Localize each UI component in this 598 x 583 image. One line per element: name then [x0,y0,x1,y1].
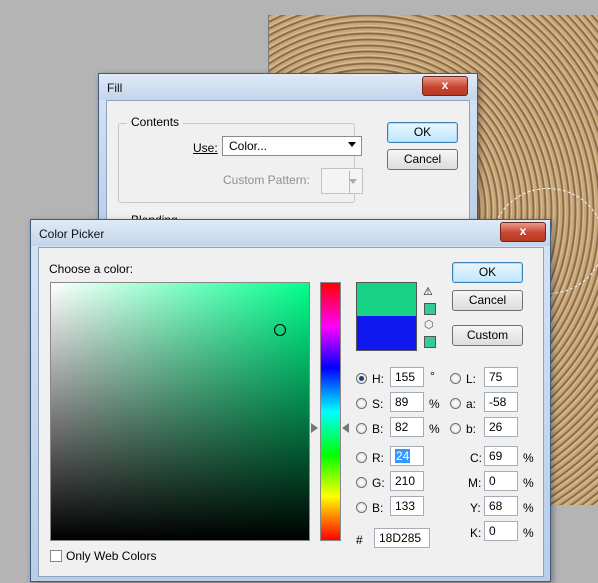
color-picker-client-area: Choose a color: ⚠ ⬡ OK Cancel Custom H: … [38,247,544,577]
fill-ok-button[interactable]: OK [387,122,458,143]
lab-b-input[interactable]: 26 [484,417,518,437]
cyan-label: C: [470,451,482,465]
saturation-unit: % [429,397,440,411]
black-input[interactable]: 0 [484,521,518,541]
hue-slider-left-handle[interactable] [311,423,318,433]
magenta-unit: % [523,476,534,490]
cyan-unit: % [523,451,534,465]
hue-label: H: [372,372,384,386]
red-input[interactable]: 24 [390,446,424,466]
fill-titlebar[interactable]: Fill x [99,74,477,100]
only-web-colors-checkbox[interactable] [50,550,62,562]
green-input[interactable]: 210 [390,471,424,491]
lab-a-label: a: [466,397,477,411]
cyan-input[interactable]: 69 [484,446,518,466]
radio-lightness[interactable] [450,373,461,384]
lab-l-input[interactable]: 75 [484,367,518,387]
use-label: Use: [193,141,218,155]
magenta-label: M: [468,476,482,490]
out-of-gamut-warning-icon[interactable]: ⚠ [423,285,433,298]
custom-pattern-picker[interactable] [321,168,363,194]
brightness-input[interactable]: 82 [390,417,424,437]
color-field-cursor[interactable] [274,324,286,336]
red-label: R: [372,451,384,465]
yellow-unit: % [523,501,534,515]
hue-slider[interactable] [320,282,341,541]
brightness-label: B: [372,422,384,436]
lab-b-label: b: [466,422,477,436]
color-picker-title: Color Picker [39,227,105,241]
radio-green[interactable] [356,477,367,488]
chevron-down-icon [349,179,357,184]
radio-lab-a[interactable] [450,398,461,409]
magenta-input[interactable]: 0 [484,471,518,491]
chevron-down-icon [348,142,356,147]
radio-lab-b[interactable] [450,423,461,434]
radio-saturation[interactable] [356,398,367,409]
saturation-label: S: [372,397,384,411]
lab-l-label: L: [466,372,477,386]
fill-dialog: Fill x Contents Use: Color... Custom Pat… [98,73,478,236]
contents-group [118,123,355,203]
web-safe-swatch[interactable] [424,336,436,348]
color-picker-titlebar[interactable]: Color Picker x [31,220,550,246]
yellow-input[interactable]: 68 [484,496,518,516]
radio-hue[interactable] [356,373,367,384]
custom-pattern-label: Custom Pattern: [223,173,310,187]
use-select[interactable]: Color... [222,136,362,156]
color-field[interactable] [50,282,310,541]
color-swatch [356,282,417,351]
hue-slider-right-handle[interactable] [342,423,349,433]
picker-cancel-button[interactable]: Cancel [452,290,523,311]
color-picker-close-button[interactable]: x [500,222,546,242]
use-select-value: Color... [229,139,268,153]
yellow-label: Y: [470,501,481,515]
hue-unit: ° [430,369,435,383]
web-safe-cube-icon[interactable]: ⬡ [424,318,434,331]
choose-color-label: Choose a color: [49,262,134,276]
hue-input[interactable]: 155 [390,367,424,387]
blue-label: B: [372,501,384,515]
color-libraries-button[interactable]: Custom [452,325,523,346]
fill-title: Fill [107,81,123,95]
fill-client-area: Contents Use: Color... Custom Pattern: B… [106,100,470,236]
hex-label: # [356,533,363,547]
new-color-swatch [357,283,416,316]
gamut-swatch[interactable] [424,303,436,315]
black-unit: % [523,526,534,540]
contents-group-title: Contents [127,115,184,129]
color-picker-dialog: Color Picker x Choose a color: ⚠ ⬡ OK Ca… [30,219,551,582]
only-web-colors-label: Only Web Colors [66,549,157,563]
brightness-unit: % [429,422,440,436]
black-label: K: [470,526,482,540]
fill-close-button[interactable]: x [422,76,468,96]
radio-red[interactable] [356,452,367,463]
hex-input[interactable]: 18D285 [374,528,430,548]
current-color-swatch[interactable] [357,316,416,350]
radio-brightness[interactable] [356,423,367,434]
fill-cancel-button[interactable]: Cancel [387,149,458,170]
picker-ok-button[interactable]: OK [452,262,523,283]
blue-input[interactable]: 133 [390,496,424,516]
radio-blue[interactable] [356,502,367,513]
green-label: G: [372,476,385,490]
saturation-input[interactable]: 89 [390,392,424,412]
lab-a-input[interactable]: -58 [484,392,518,412]
